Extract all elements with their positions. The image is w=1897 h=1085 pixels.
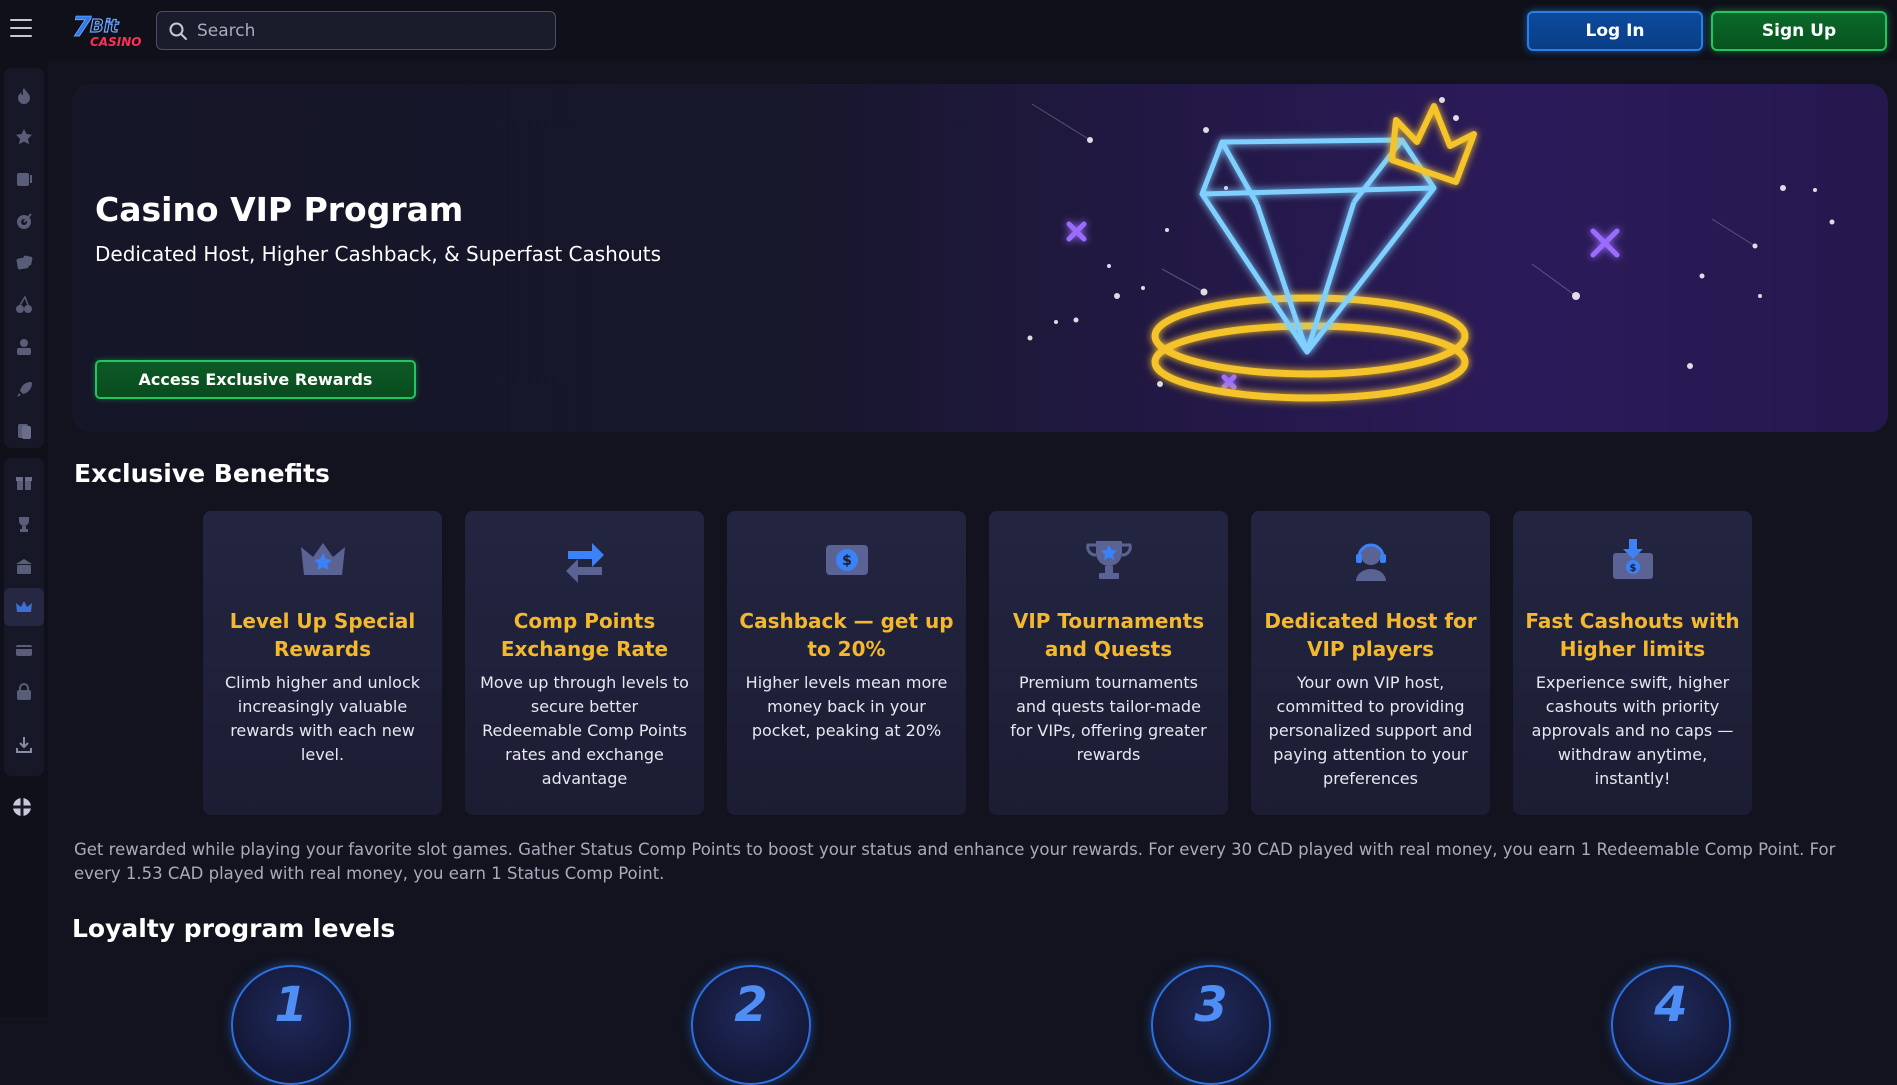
headset-icon: [1356, 543, 1386, 581]
level-number: 3: [1194, 977, 1228, 1033]
star-icon[interactable]: [13, 126, 35, 148]
hero-title: Casino VIP Program: [95, 190, 464, 229]
comp-points-info: Get rewarded while playing your favorite…: [74, 840, 1836, 883]
search-box[interactable]: [156, 11, 556, 50]
wallet-icon[interactable]: [13, 639, 35, 661]
cherries-icon[interactable]: [13, 294, 35, 316]
card-title: VIP Tournaments and Quests: [1012, 609, 1205, 661]
benefit-card: $ Cashback — get up to 20% Higher levels…: [727, 511, 966, 815]
sidebar: [0, 60, 48, 1017]
card-description: Your own VIP host, committed to providin…: [1268, 673, 1473, 788]
cash-box-icon: $: [1613, 539, 1653, 579]
card-title: Dedicated Host for VIP players: [1264, 609, 1477, 661]
sidebar-promo-group: [4, 458, 44, 776]
crown-icon: [301, 543, 345, 575]
svg-text:CASINO: CASINO: [90, 35, 141, 49]
fire-icon[interactable]: [13, 85, 35, 107]
svg-text:$: $: [1630, 563, 1637, 574]
card-title: Cashback — get up to 20%: [739, 609, 954, 661]
svg-text:7: 7: [72, 10, 92, 43]
card-description: Premium tournaments and quests tailor-ma…: [1010, 673, 1207, 764]
benefit-card: $ Fast Cashouts with Higher limits Exper…: [1513, 511, 1752, 815]
card-description: Experience swift, higher cashouts with p…: [1531, 673, 1734, 788]
rocket-icon[interactable]: [13, 378, 35, 400]
level-number: 2: [734, 977, 768, 1033]
card-description: Climb higher and unlock increasingly val…: [224, 673, 421, 764]
level-badge[interactable]: 4: [1611, 965, 1731, 1085]
slot-icon[interactable]: [13, 168, 35, 190]
cards-icon[interactable]: [13, 420, 35, 442]
trophy-icon: [1086, 541, 1132, 579]
sidebar-games-group: [4, 68, 44, 448]
level-badge[interactable]: 2: [691, 965, 811, 1085]
search-input[interactable]: [197, 20, 555, 41]
svg-text:Bit: Bit: [90, 16, 120, 37]
login-button[interactable]: Log In: [1527, 11, 1703, 51]
card-title: Level Up Special Rewards: [229, 609, 416, 661]
card-title: Fast Cashouts with Higher limits: [1525, 609, 1740, 661]
target-icon[interactable]: [13, 210, 35, 232]
menu-icon[interactable]: [10, 19, 32, 37]
card-title: Comp Points Exchange Rate: [500, 609, 669, 661]
cashback-coin-icon: $: [826, 545, 868, 575]
casino-logo[interactable]: 7 Bit CASINO: [70, 10, 142, 50]
gift-icon[interactable]: [13, 471, 35, 493]
trophy-icon[interactable]: [13, 513, 35, 535]
diamond-crown-illustration: [1027, 97, 1835, 402]
dice-icon[interactable]: [13, 252, 35, 274]
level-number: 1: [274, 977, 308, 1033]
level-number: 4: [1654, 977, 1688, 1033]
level-badge[interactable]: 3: [1151, 965, 1271, 1085]
level-badge[interactable]: 1: [231, 965, 351, 1085]
benefit-card: Comp Points Exchange Rate Move up throug…: [465, 511, 704, 815]
crown-icon[interactable]: [4, 588, 44, 626]
svg-text:$: $: [842, 553, 852, 569]
signup-button[interactable]: Sign Up: [1711, 11, 1887, 51]
download-icon[interactable]: [13, 734, 35, 756]
exchange-arrows-icon: [566, 543, 604, 583]
top-bar: 7 Bit CASINO Log In Sign Up: [0, 0, 1897, 60]
bank-icon[interactable]: [13, 555, 35, 577]
loyalty-title: Loyalty program levels: [72, 914, 396, 943]
vip-hero-banner: Casino VIP Program Dedicated Host, Highe…: [72, 84, 1888, 432]
card-description: Move up through levels to secure better …: [480, 673, 689, 788]
flag-icon[interactable]: [11, 796, 33, 818]
benefits-title: Exclusive Benefits: [74, 459, 330, 488]
benefit-card: Dedicated Host for VIP players Your own …: [1251, 511, 1490, 815]
search-icon: [169, 22, 187, 40]
benefit-card: Level Up Special Rewards Climb higher an…: [203, 511, 442, 815]
card-description: Higher levels mean more money back in yo…: [745, 673, 948, 740]
dealer-icon[interactable]: [13, 336, 35, 358]
lock-icon[interactable]: [13, 681, 35, 703]
benefit-card: VIP Tournaments and Quests Premium tourn…: [989, 511, 1228, 815]
access-rewards-button[interactable]: Access Exclusive Rewards: [95, 360, 416, 399]
hero-subtitle: Dedicated Host, Higher Cashback, & Super…: [95, 242, 662, 266]
